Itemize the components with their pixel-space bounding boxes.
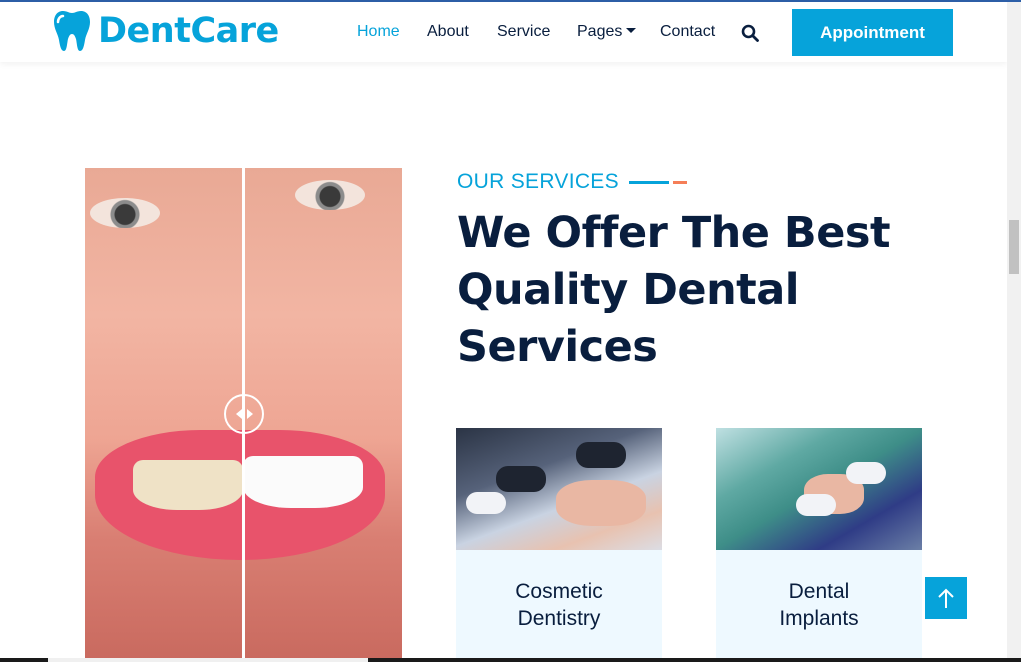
eyebrow-line-blue bbox=[628, 180, 669, 184]
nav-contact[interactable]: Contact bbox=[660, 23, 715, 41]
photo-glove bbox=[496, 466, 546, 492]
service-card-title: Cosmetic Dentistry bbox=[456, 578, 662, 632]
taskbar-segment bbox=[48, 658, 368, 662]
photo-teeth-after bbox=[243, 456, 363, 508]
photo-sleeve bbox=[466, 492, 506, 514]
caret-down-icon bbox=[626, 28, 637, 33]
heading-line-1: We Offer The Best bbox=[457, 208, 891, 258]
card-title-line-2: Dentistry bbox=[517, 607, 601, 630]
card-title-line-1: Dental bbox=[788, 580, 850, 603]
photo-eye-left bbox=[90, 198, 160, 228]
page-scrollbar[interactable] bbox=[1007, 2, 1021, 662]
arrow-up-icon bbox=[938, 588, 954, 608]
photo-glove bbox=[796, 494, 836, 516]
taskbar-strip bbox=[0, 658, 1021, 662]
tooth-icon bbox=[54, 11, 90, 51]
appointment-button[interactable]: Appointment bbox=[792, 9, 953, 56]
nav-pages-label: Pages bbox=[577, 23, 623, 40]
service-card-cosmetic-dentistry[interactable]: Cosmetic Dentistry bbox=[456, 428, 662, 662]
service-card-image bbox=[456, 428, 662, 550]
photo-glove bbox=[846, 462, 886, 484]
service-card-dental-implants[interactable]: Dental Implants bbox=[716, 428, 922, 662]
before-after-image-compare[interactable] bbox=[85, 168, 402, 660]
section-heading: We Offer The Best Quality Dental Service… bbox=[457, 205, 897, 376]
section-eyebrow-text: OUR SERVICES bbox=[457, 170, 619, 193]
section-eyebrow: OUR SERVICES bbox=[457, 170, 687, 194]
service-card-image bbox=[716, 428, 922, 550]
nav-about[interactable]: About bbox=[427, 23, 469, 41]
heading-line-3: Services bbox=[457, 322, 658, 372]
search-icon[interactable] bbox=[741, 24, 759, 42]
photo-patient-face bbox=[556, 480, 646, 526]
card-title-line-1: Cosmetic bbox=[515, 580, 603, 603]
arrow-right-icon bbox=[246, 409, 253, 419]
nav-home[interactable]: Home bbox=[357, 23, 400, 41]
card-title-line-2: Implants bbox=[779, 607, 859, 630]
left-right-arrows-icon[interactable] bbox=[224, 394, 264, 434]
eyebrow-line-orange bbox=[672, 180, 687, 184]
service-card-title: Dental Implants bbox=[716, 578, 922, 632]
nav-pages-dropdown[interactable]: Pages bbox=[577, 23, 637, 41]
scrollbar-thumb[interactable] bbox=[1009, 220, 1019, 274]
navbar: DentCare Home About Service Pages Contac… bbox=[0, 2, 1007, 62]
brand-logo[interactable]: DentCare bbox=[54, 10, 279, 52]
heading-line-2: Quality Dental bbox=[457, 265, 800, 315]
photo-teeth-before bbox=[133, 460, 243, 510]
nav-service[interactable]: Service bbox=[497, 23, 550, 41]
brand-name: DentCare bbox=[98, 11, 279, 51]
photo-glove bbox=[576, 442, 626, 468]
arrow-left-icon bbox=[235, 409, 242, 419]
photo-eye-right bbox=[295, 180, 365, 210]
back-to-top-button[interactable] bbox=[925, 577, 967, 619]
